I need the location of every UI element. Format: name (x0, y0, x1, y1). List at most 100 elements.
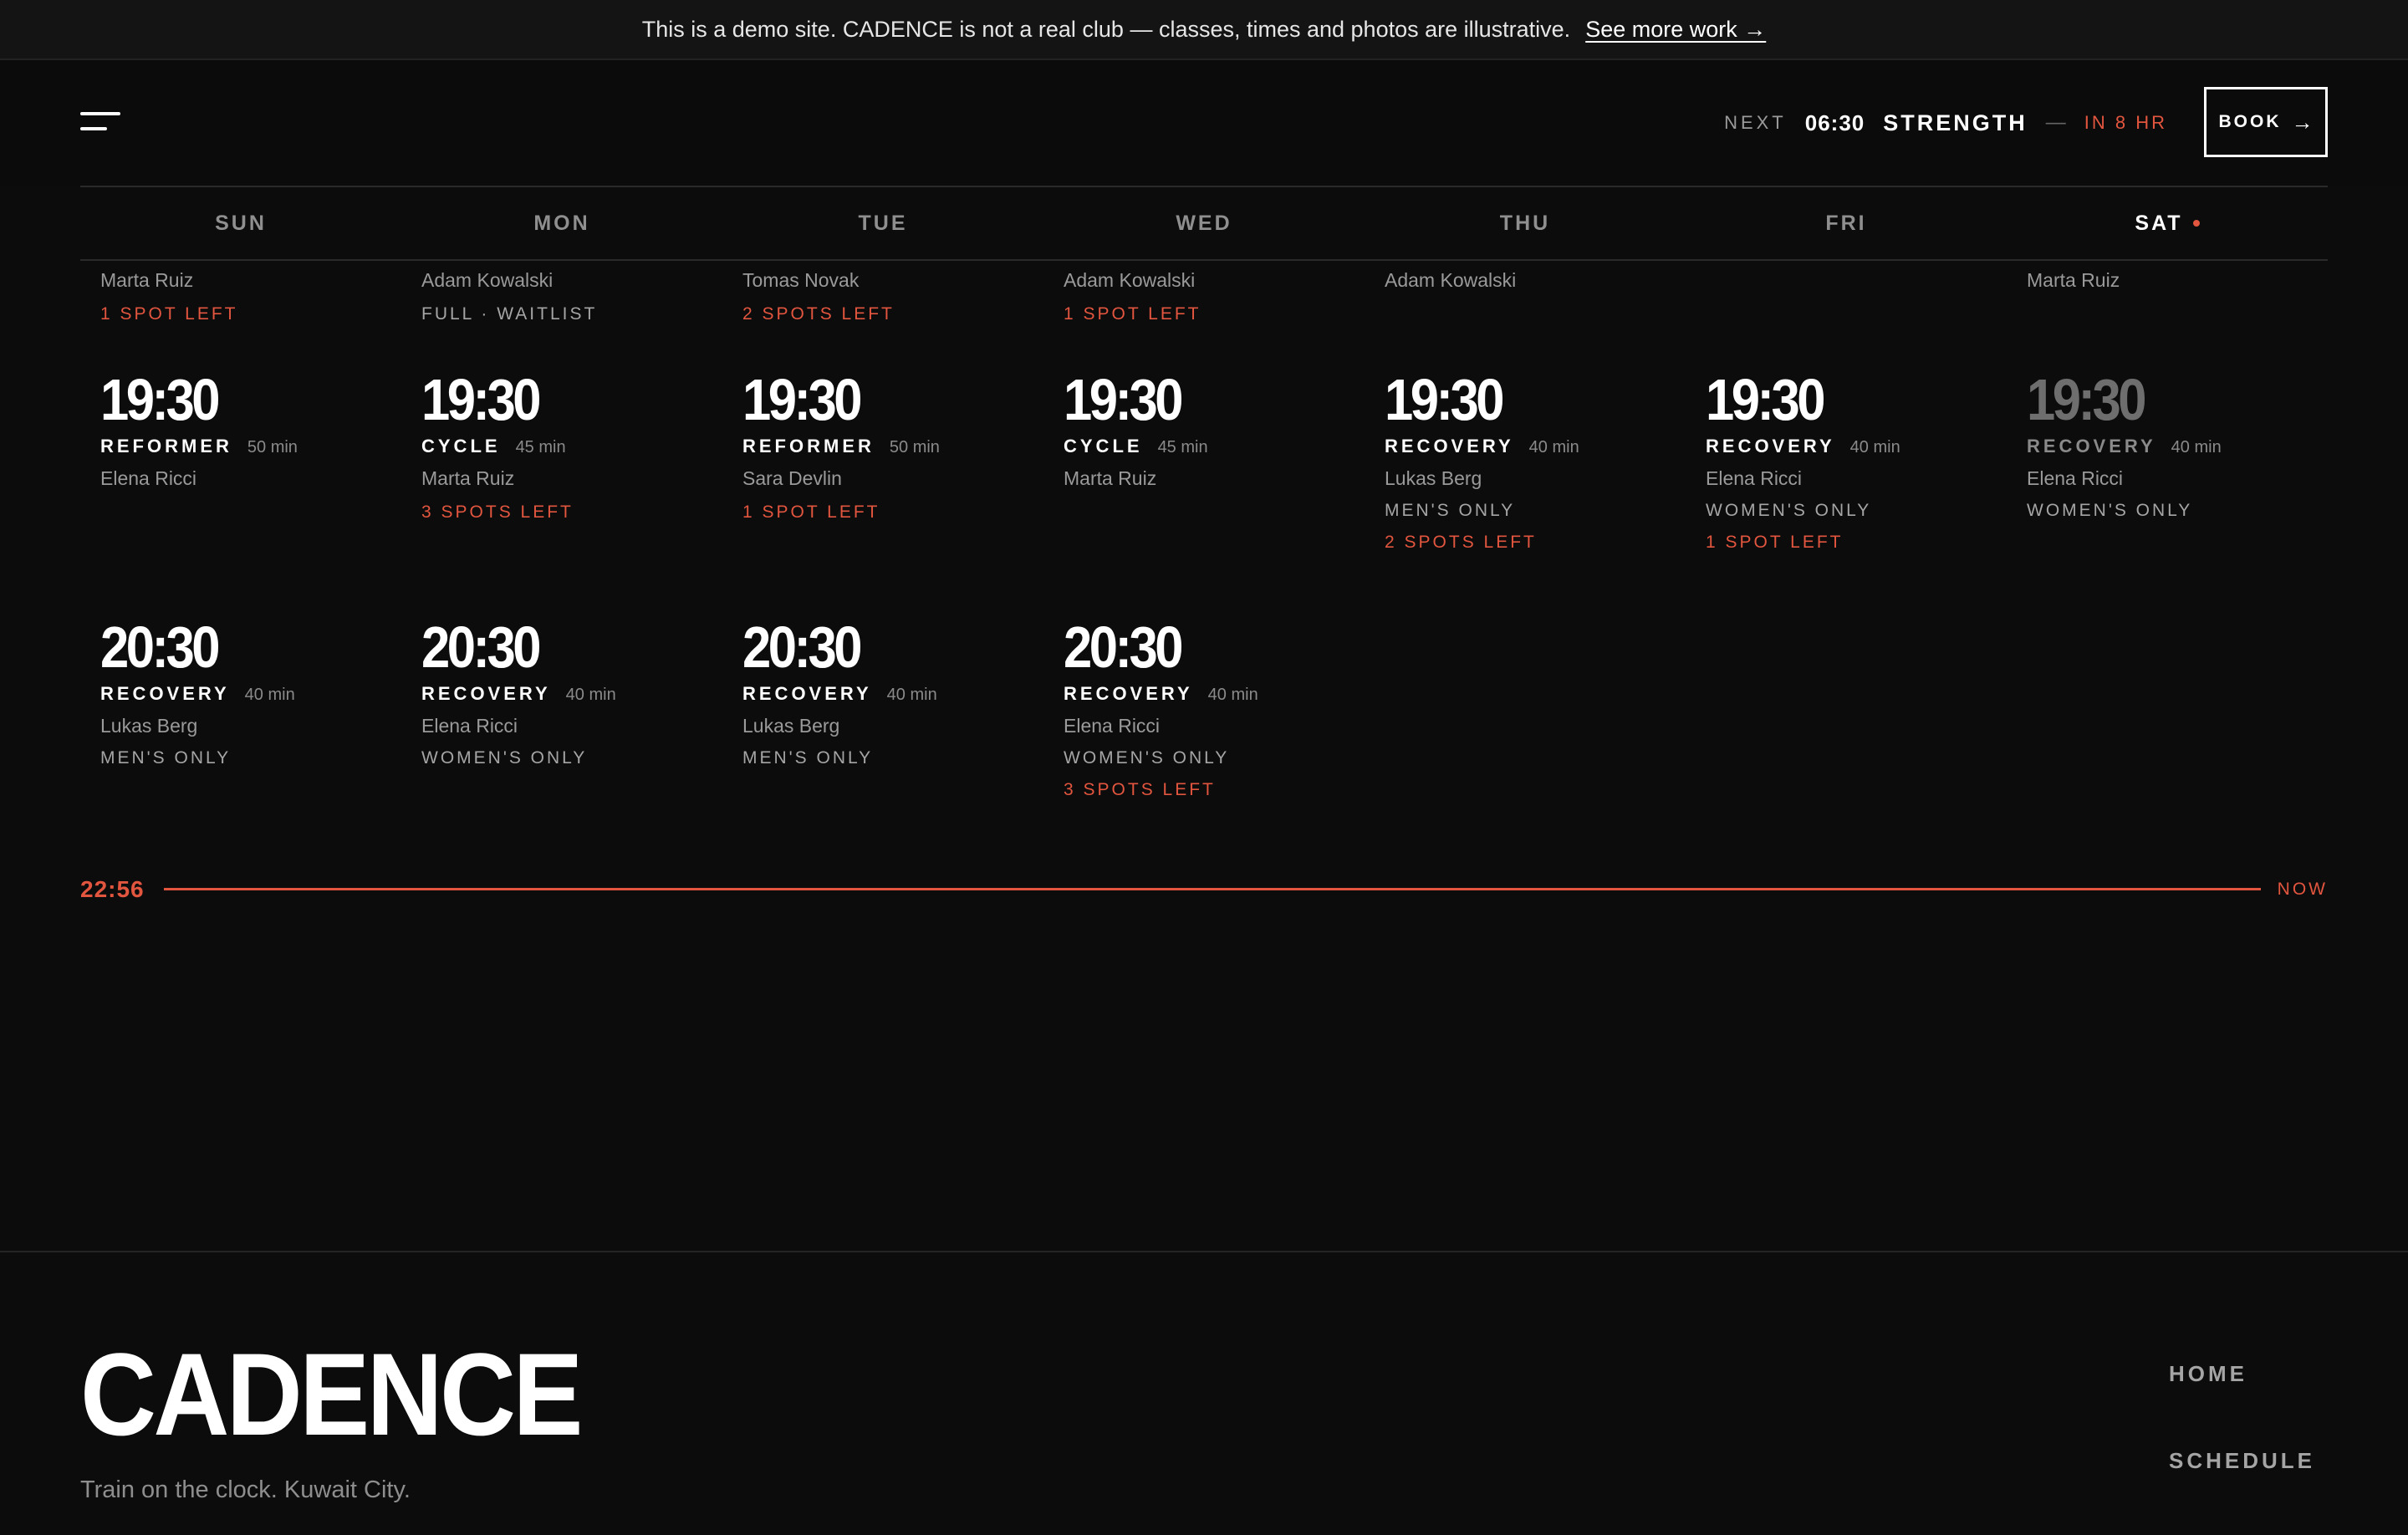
class-duration: 50 min (889, 438, 940, 456)
class-duration: 40 min (565, 686, 616, 704)
tab-wed[interactable]: WED (1043, 187, 1365, 259)
now-line (164, 888, 2261, 890)
class-meta: RECOVERY 40 min (421, 683, 706, 708)
day-tabs: SUN MON TUE WED THU FRI SAT (80, 186, 2328, 261)
class-time: 20:30 (421, 615, 541, 680)
class-name: RECOVERY (421, 683, 551, 704)
instructor-name: Adam Kowalski (1064, 269, 1196, 291)
class-block-partial[interactable]: Adam Kowalski FULL · WAITLIST (421, 263, 706, 331)
class-meta: RECOVERY 40 min (1385, 436, 1669, 461)
class-time: 19:30 (2027, 367, 2146, 432)
class-time: 19:30 (742, 367, 862, 432)
day-label: THU (1499, 211, 1551, 235)
demo-banner: This is a demo site. CADENCE is not a re… (0, 0, 2408, 60)
book-button[interactable]: BOOK → (2204, 87, 2328, 157)
instructor-name: Marta Ruiz (2027, 269, 2120, 291)
tab-fri[interactable]: FRI (1686, 187, 2007, 259)
class-name: REFORMER (742, 436, 875, 456)
class-time: 19:30 (1064, 367, 1183, 432)
class-time: 19:30 (100, 367, 220, 432)
demo-banner-text: This is a demo site. CADENCE is not a re… (641, 16, 1571, 42)
status-badge: FULL · WAITLIST (421, 304, 598, 324)
class-block[interactable]: 19:30 RECOVERY 40 min Elena Ricci WOMEN'S ON… (2027, 370, 2311, 526)
class-block[interactable]: 19:30 CYCLE 45 min Marta Ruiz 3 SPOTS LEFT (421, 370, 706, 529)
class-meta: CYCLE 45 min (421, 436, 706, 461)
class-meta: RECOVERY 40 min (1064, 683, 1348, 708)
next-class-name: STRENGTH (1883, 110, 2028, 135)
instructor-name: Lukas Berg (1385, 467, 1482, 489)
gender-restriction: WOMEN'S ONLY (2027, 501, 2193, 520)
tab-thu[interactable]: THU (1365, 187, 1686, 259)
class-time: 19:30 (1385, 367, 1504, 432)
gender-restriction: MEN'S ONLY (742, 748, 874, 768)
site-footer: CADENCE Train on the clock. Kuwait City.… (0, 1251, 2408, 1507)
instructor-name: Elena Ricci (1706, 467, 1803, 489)
class-name: RECOVERY (1385, 436, 1514, 456)
footer-nav: HOME SCHEDULE (2169, 1361, 2315, 1535)
class-block[interactable]: 19:30 CYCLE 45 min Marta Ruiz (1064, 370, 1348, 496)
class-block[interactable]: 19:30 RECOVERY 40 min Lukas Berg MEN'S ONLY 2… (1385, 370, 1669, 559)
class-duration: 40 min (1207, 686, 1258, 704)
class-time: 20:30 (742, 615, 862, 680)
class-name: CYCLE (421, 436, 501, 456)
gender-restriction: MEN'S ONLY (1385, 501, 1516, 520)
next-label: NEXT (1724, 112, 1787, 133)
class-block[interactable]: 20:30 RECOVERY 40 min Elena Ricci WOMEN'S ON… (421, 618, 706, 773)
class-duration: 40 min (2171, 438, 2222, 456)
class-duration: 40 min (244, 686, 295, 704)
instructor-name: Elena Ricci (421, 715, 518, 737)
class-block-partial[interactable]: Marta Ruiz 1 SPOT LEFT (100, 263, 385, 331)
instructor-name: Sara Devlin (742, 467, 842, 489)
next-class-info: NEXT 06:30 STRENGTH — IN 8 HR (1724, 60, 2167, 186)
instructor-name: Adam Kowalski (421, 269, 554, 291)
tab-mon[interactable]: MON (401, 187, 722, 259)
book-button-label: BOOK (2218, 112, 2282, 131)
class-meta: RECOVERY 40 min (1706, 436, 1990, 461)
day-label: MON (533, 211, 590, 235)
class-block[interactable]: 20:30 RECOVERY 40 min Lukas Berg MEN'S ONLY (742, 618, 1027, 773)
class-time: 20:30 (1064, 615, 1183, 680)
instructor-name: Elena Ricci (100, 467, 197, 489)
class-meta: REFORMER 50 min (742, 436, 1027, 461)
class-time: 20:30 (100, 615, 220, 680)
gender-restriction: WOMEN'S ONLY (1706, 501, 1872, 520)
now-label: NOW (2277, 880, 2328, 899)
class-block-partial[interactable]: Adam Kowalski (1385, 263, 1669, 298)
spots-left: 1 SPOT LEFT (742, 502, 880, 522)
class-name: CYCLE (1064, 436, 1143, 456)
gender-restriction: WOMEN'S ONLY (421, 748, 588, 768)
tab-sat[interactable]: SAT (2007, 187, 2328, 259)
class-block-partial[interactable]: Adam Kowalski 1 SPOT LEFT (1064, 263, 1348, 331)
class-block[interactable]: 20:30 RECOVERY 40 min Lukas Berg MEN'S ONLY (100, 618, 385, 773)
now-indicator: 22:56 NOW (80, 873, 2328, 906)
class-name: RECOVERY (2027, 436, 2156, 456)
class-meta: RECOVERY 40 min (742, 683, 1027, 708)
footer-nav-schedule[interactable]: SCHEDULE (2169, 1448, 2315, 1535)
day-column-sun: Marta Ruiz 1 SPOT LEFT 19:30 REFORMER 50 min… (80, 261, 381, 838)
class-meta: REFORMER 50 min (100, 436, 385, 461)
class-name: RECOVERY (1706, 436, 1835, 456)
class-block[interactable]: 19:30 REFORMER 50 min Elena Ricci (100, 370, 385, 496)
instructor-name: Elena Ricci (1064, 715, 1161, 737)
class-duration: 40 min (886, 686, 937, 704)
day-label: SAT (2135, 211, 2183, 235)
footer-nav-home[interactable]: HOME (2169, 1361, 2315, 1448)
class-name: RECOVERY (100, 683, 230, 704)
class-block-partial[interactable]: Marta Ruiz (2027, 263, 2311, 298)
class-block-partial[interactable]: Tomas Novak 2 SPOTS LEFT (742, 263, 1027, 331)
instructor-name: Tomas Novak (742, 269, 860, 291)
class-block[interactable]: 19:30 REFORMER 50 min Sara Devlin 1 SPOT LEF… (742, 370, 1027, 529)
class-block[interactable]: 20:30 RECOVERY 40 min Elena Ricci WOMEN'S ON… (1064, 618, 1348, 807)
see-more-work-link[interactable]: See more work → (1585, 17, 1766, 43)
class-name: RECOVERY (742, 683, 872, 704)
site-header: NEXT 06:30 STRENGTH — IN 8 HR BOOK → (0, 60, 2408, 186)
tab-tue[interactable]: TUE (722, 187, 1043, 259)
class-meta: CYCLE 45 min (1064, 436, 1348, 461)
gender-restriction: WOMEN'S ONLY (1064, 748, 1230, 768)
tab-sun[interactable]: SUN (80, 187, 401, 259)
hamburger-menu-icon[interactable] (80, 112, 124, 134)
class-block[interactable]: 19:30 RECOVERY 40 min Elena Ricci WOMEN'S ON… (1706, 370, 1990, 559)
spots-left: 2 SPOTS LEFT (742, 304, 895, 324)
spots-left: 3 SPOTS LEFT (421, 502, 574, 522)
instructor-name: Marta Ruiz (1064, 467, 1157, 489)
